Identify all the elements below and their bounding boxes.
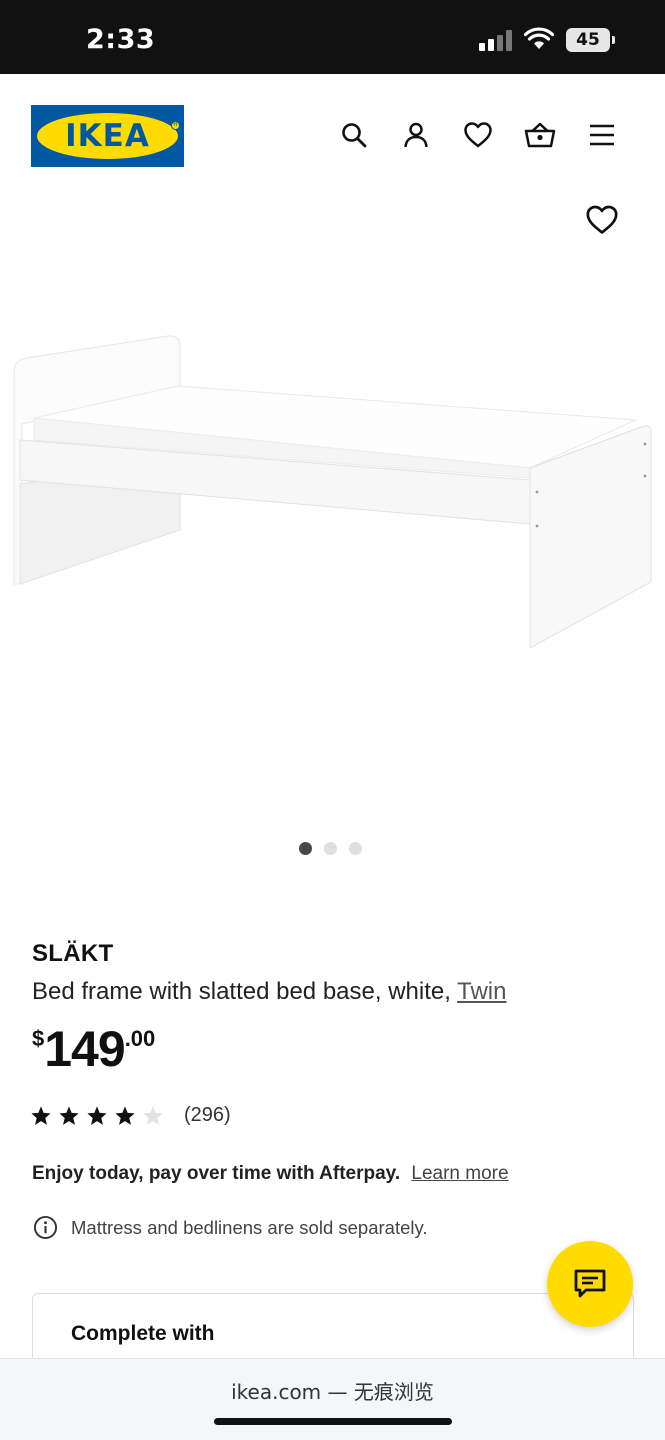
product-description: Bed frame with slatted bed base, white, … [32,978,507,1006]
basket-icon[interactable] [523,118,557,152]
complete-with-title: Complete with [71,1322,215,1345]
account-icon[interactable] [399,118,433,152]
cellular-signal-icon [479,29,513,51]
afterpay-message: Enjoy today, pay over time with Afterpay… [32,1163,509,1185]
carousel-dot[interactable] [349,842,362,855]
info-notice-text: Mattress and bedlinens are sold separate… [71,1216,428,1238]
status-time: 2:33 [86,24,156,55]
logo-text: IKEA [65,118,150,154]
price-currency: $ [32,1026,45,1051]
afterpay-learn-more-link[interactable]: Learn more [411,1163,508,1184]
price-cents: .00 [124,1026,156,1051]
site-header: IKEA R [0,74,665,194]
status-bar: 2:33 45 [0,0,665,74]
url-text[interactable]: ikea.com — 无痕浏览 [0,1376,665,1405]
home-indicator[interactable] [214,1418,452,1425]
star-filled-icon [87,1105,107,1125]
product-description-text: Bed frame with slatted bed base, white, [32,978,451,1005]
afterpay-text: Enjoy today, pay over time with Afterpay… [32,1163,401,1184]
carousel-dot[interactable] [299,842,312,855]
product-price: $ 149 .00 [32,1020,155,1078]
browser-address-bar[interactable]: ikea.com — 无痕浏览 [0,1358,665,1440]
battery-indicator: 45 [566,28,615,52]
chat-button[interactable] [547,1241,633,1327]
wifi-icon [524,27,554,49]
product-rating[interactable]: (296) [30,1104,231,1127]
product-image[interactable] [0,194,665,834]
ikea-logo[interactable]: IKEA R [31,105,184,167]
favorites-icon[interactable] [461,118,495,152]
star-empty-icon [143,1105,163,1125]
search-icon[interactable] [337,118,371,152]
review-count[interactable]: (296) [184,1104,231,1127]
size-link[interactable]: Twin [457,978,506,1005]
carousel-dot[interactable] [324,842,337,855]
menu-icon[interactable] [585,118,619,152]
star-filled-icon [59,1105,79,1125]
info-icon [33,1215,58,1240]
star-filled-icon [31,1105,51,1125]
bed-frame-illustration [13,335,652,649]
product-name: SLÄKT [32,940,114,967]
add-to-favorites-icon[interactable] [585,204,619,238]
registered-mark-icon: R [171,121,180,130]
info-notice: Mattress and bedlinens are sold separate… [33,1215,428,1240]
star-filled-icon [115,1105,135,1125]
chat-icon [574,1269,606,1298]
price-whole: 149 [44,1021,125,1077]
carousel-dots [0,842,665,855]
